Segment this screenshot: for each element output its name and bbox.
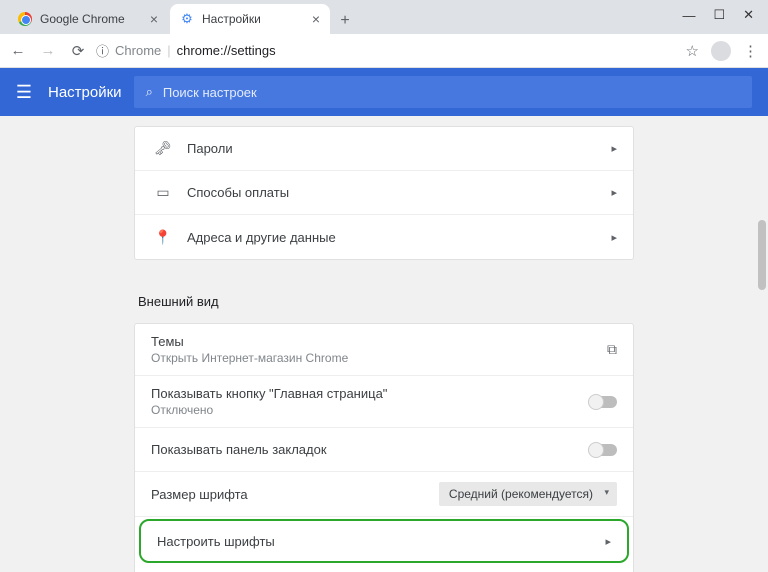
- appearance-header: Внешний вид: [134, 280, 634, 323]
- scrollbar-thumb[interactable]: [758, 220, 766, 290]
- forward-button[interactable]: →: [40, 42, 56, 60]
- settings-content[interactable]: 🗝 Пароли ▸ ▭ Способы оплаты ▸ 📍 Адреса и…: [0, 116, 768, 572]
- row-sublabel: Открыть Интернет-магазин Chrome: [151, 351, 607, 365]
- page-zoom-row: Масштабирование страницы 100%: [135, 565, 633, 572]
- toolbar: ← → ⟳ ⓘ Chrome | chrome://settings ☆ ⋮: [0, 34, 768, 68]
- url-text: chrome://settings: [177, 43, 276, 58]
- search-settings-input[interactable]: ⌕ Поиск настроек: [134, 76, 752, 108]
- external-link-icon: ⧉: [607, 341, 617, 358]
- chevron-right-icon: ▸: [611, 231, 617, 244]
- url-scheme: Chrome: [115, 43, 161, 58]
- chevron-right-icon: ▸: [611, 142, 617, 155]
- row-label: Способы оплаты: [187, 185, 611, 200]
- row-sublabel: Отключено: [151, 403, 589, 417]
- themes-row[interactable]: Темы Открыть Интернет-магазин Chrome ⧉: [135, 324, 633, 376]
- minimize-button[interactable]: —: [682, 8, 695, 23]
- bookmarks-bar-row[interactable]: Показывать панель закладок: [135, 428, 633, 472]
- appearance-card: Темы Открыть Интернет-магазин Chrome ⧉ П…: [134, 323, 634, 572]
- reload-button[interactable]: ⟳: [70, 42, 86, 60]
- page-title: Настройки: [48, 84, 122, 101]
- font-size-row: Размер шрифта Средний (рекомендуется): [135, 472, 633, 517]
- payment-methods-row[interactable]: ▭ Способы оплаты ▸: [135, 171, 633, 215]
- autofill-card: 🗝 Пароли ▸ ▭ Способы оплаты ▸ 📍 Адреса и…: [134, 126, 634, 260]
- location-icon: 📍: [151, 229, 175, 246]
- chrome-icon: [18, 12, 32, 26]
- key-icon: 🗝: [151, 140, 175, 157]
- close-tab-icon[interactable]: ×: [150, 11, 158, 27]
- home-button-toggle[interactable]: [589, 396, 617, 408]
- site-info-icon[interactable]: ⓘ: [96, 41, 109, 60]
- tab-strip: Google Chrome × ⚙ Настройки × +: [0, 0, 768, 34]
- passwords-row[interactable]: 🗝 Пароли ▸: [135, 127, 633, 171]
- search-placeholder: Поиск настроек: [163, 85, 257, 100]
- nav-buttons: ← → ⟳: [10, 42, 86, 60]
- back-button[interactable]: ←: [10, 42, 26, 60]
- toolbar-right: ☆ ⋮: [686, 41, 758, 61]
- url-separator: |: [167, 43, 170, 58]
- row-label: Адреса и другие данные: [187, 230, 611, 245]
- hamburger-menu-button[interactable]: ☰: [0, 82, 48, 103]
- tab-title: Google Chrome: [40, 12, 125, 26]
- chevron-right-icon: ▸: [611, 186, 617, 199]
- row-label: Показывать кнопку "Главная страница": [151, 386, 589, 401]
- search-icon: ⌕: [146, 84, 153, 100]
- settings-app-bar: ☰ Настройки ⌕ Поиск настроек: [0, 68, 768, 116]
- address-bar[interactable]: ⓘ Chrome | chrome://settings: [96, 41, 676, 60]
- menu-button[interactable]: ⋮: [743, 42, 758, 60]
- font-size-select[interactable]: Средний (рекомендуется): [439, 482, 617, 506]
- bookmarks-bar-toggle[interactable]: [589, 444, 617, 456]
- new-tab-button[interactable]: +: [332, 8, 358, 34]
- profile-avatar[interactable]: [711, 41, 731, 61]
- row-label: Пароли: [187, 141, 611, 156]
- chevron-right-icon: ▸: [605, 535, 611, 548]
- close-window-button[interactable]: ✕: [743, 7, 754, 23]
- tab-google-chrome[interactable]: Google Chrome ×: [8, 4, 168, 34]
- row-label: Размер шрифта: [151, 487, 439, 502]
- window-controls: — ☐ ✕: [668, 0, 768, 30]
- addresses-row[interactable]: 📍 Адреса и другие данные ▸: [135, 215, 633, 259]
- row-label: Показывать панель закладок: [151, 442, 589, 457]
- bookmark-star-icon[interactable]: ☆: [686, 42, 699, 60]
- tab-title: Настройки: [202, 12, 261, 26]
- row-label: Настроить шрифты: [157, 534, 605, 549]
- customize-fonts-row[interactable]: Настроить шрифты ▸: [139, 519, 629, 563]
- tab-settings[interactable]: ⚙ Настройки ×: [170, 4, 330, 34]
- home-button-row[interactable]: Показывать кнопку "Главная страница" Отк…: [135, 376, 633, 428]
- maximize-button[interactable]: ☐: [713, 7, 725, 23]
- credit-card-icon: ▭: [151, 184, 175, 201]
- close-tab-icon[interactable]: ×: [312, 11, 320, 27]
- gear-icon: ⚙: [180, 12, 194, 26]
- row-label: Темы: [151, 334, 607, 349]
